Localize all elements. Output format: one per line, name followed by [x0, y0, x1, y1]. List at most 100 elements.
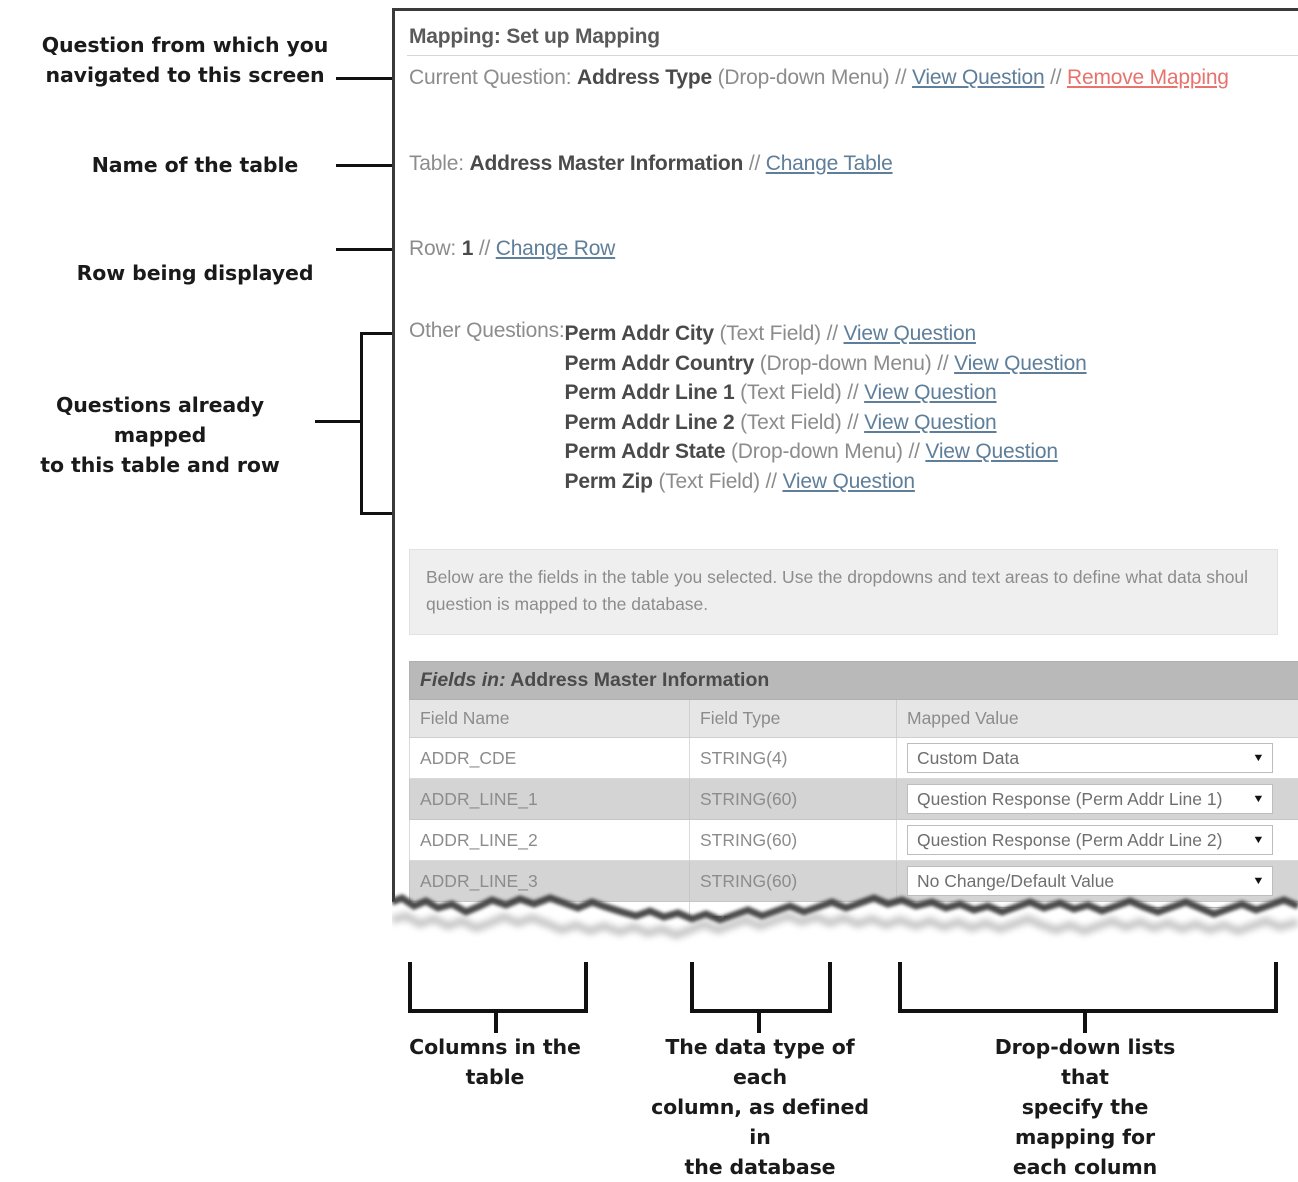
field-type-cell: STRING(60) [690, 820, 897, 861]
separator: // [827, 322, 838, 345]
chevron-down-icon: ▼ [1252, 835, 1265, 846]
question-name: Perm Addr Line 1 [565, 381, 735, 404]
mapped-value-cell: Question Response (Perm Addr Line 2) ▼ [897, 820, 1298, 861]
mapped-value-text: Question Response (Perm Addr Line 2) [917, 830, 1222, 851]
view-question-link[interactable]: View Question [864, 381, 996, 404]
leader-line-row-displayed [336, 248, 392, 251]
bracket-mapped-questions-bottom [360, 512, 392, 515]
bracket-dropdowns-left [898, 962, 902, 1013]
mapped-value-dropdown[interactable]: Question Response (Perm Addr Line 1) ▼ [907, 784, 1273, 814]
bracket-dropdowns-stem [1083, 1009, 1087, 1033]
fields-table: Fields in: Address Master Information Fi… [409, 661, 1298, 938]
annotation-nav-question: Question from which you navigated to thi… [40, 30, 330, 90]
list-item: Perm Addr City (Text Field) // View Ques… [565, 319, 1087, 349]
mapped-value-text: Custom Data [917, 748, 1019, 769]
question-name: Perm Addr Line 2 [565, 411, 735, 434]
bracket-datatype-left [690, 962, 694, 1013]
remove-mapping-link[interactable]: Remove Mapping [1067, 66, 1229, 89]
bracket-datatype-base [690, 1009, 832, 1013]
question-name: Perm Addr City [565, 322, 714, 345]
mapped-value-dropdown[interactable]: Question Response (Perm Addr Line 2) ▼ [907, 825, 1273, 855]
annotation-mapped-questions: Questions already mapped to this table a… [10, 390, 310, 480]
table-name-value: Address Master Information [469, 152, 743, 175]
table-row: ADDR_PRIVATE STRING(1) No Change/Default… [410, 902, 1298, 939]
table-label: Table: [409, 152, 464, 175]
view-question-link[interactable]: View Question [912, 66, 1044, 89]
bracket-columns-base [408, 1009, 588, 1013]
table-row: ADDR_LINE_3 STRING(60) No Change/Default… [410, 861, 1298, 902]
change-row-link[interactable]: Change Row [496, 237, 615, 260]
bracket-columns-right [584, 962, 588, 1013]
bracket-columns-stem [494, 1009, 498, 1033]
view-question-link[interactable]: View Question [844, 322, 976, 345]
annotation-row-displayed: Row being displayed [60, 258, 330, 288]
mapped-value-cell: Custom Data ▼ [897, 738, 1298, 779]
change-table-link[interactable]: Change Table [766, 152, 893, 175]
column-header-field-type: Field Type [690, 700, 897, 738]
question-type: (Drop-down Menu) [760, 352, 932, 375]
chevron-down-icon: ▼ [1252, 876, 1265, 887]
mapped-value-cell: No Change/Default Value ▼ [897, 902, 1298, 939]
bracket-dropdowns-base [898, 1009, 1278, 1013]
list-item: Perm Addr Line 1 (Text Field) // View Qu… [565, 378, 1087, 408]
chevron-down-icon: ▼ [1252, 794, 1265, 805]
field-name-cell: ADDR_LINE_3 [410, 861, 690, 902]
field-name-cell: ADDR_CDE [410, 738, 690, 779]
view-question-link[interactable]: View Question [954, 352, 1086, 375]
mapped-value-text: No Change/Default Value [917, 912, 1114, 933]
mapped-value-dropdown[interactable]: No Change/Default Value ▼ [907, 866, 1273, 896]
annotation-columns: Columns in the table [380, 1032, 610, 1092]
leader-line-table-name [336, 164, 392, 167]
field-name-cell: ADDR_LINE_2 [410, 820, 690, 861]
mapped-value-cell: No Change/Default Value ▼ [897, 861, 1298, 902]
separator: // [479, 237, 490, 260]
annotation-table-name: Name of the table [60, 150, 330, 180]
fields-in-prefix: Fields in: [420, 669, 506, 691]
separator: // [895, 66, 906, 89]
chevron-down-icon: ▼ [1252, 753, 1265, 764]
bracket-datatype-right [828, 962, 832, 1013]
field-type-cell: STRING(60) [690, 861, 897, 902]
mapped-value-dropdown[interactable]: Custom Data ▼ [907, 743, 1273, 773]
question-type: (Drop-down Menu) [731, 440, 903, 463]
question-name: Perm Addr Country [565, 352, 755, 375]
row-line: Row: 1 // Change Row [395, 176, 1298, 261]
list-item: Perm Addr Line 2 (Text Field) // View Qu… [565, 408, 1087, 438]
separator: // [937, 352, 948, 375]
bracket-dropdowns-right [1274, 962, 1278, 1013]
mapped-value-cell: Question Response (Perm Addr Line 1) ▼ [897, 779, 1298, 820]
mapped-value-dropdown[interactable]: No Change/Default Value ▼ [907, 907, 1273, 937]
field-name-cell: ADDR_PRIVATE [410, 902, 690, 939]
view-question-link[interactable]: View Question [925, 440, 1057, 463]
bracket-mapped-questions-top [360, 332, 392, 335]
mapped-value-text: Question Response (Perm Addr Line 1) [917, 789, 1222, 810]
row-value: 1 [462, 237, 473, 260]
column-header-field-name: Field Name [410, 700, 690, 738]
question-type: (Text Field) [658, 470, 759, 493]
separator: // [908, 440, 919, 463]
current-question-name: Address Type [577, 66, 712, 89]
instructions-line-2: question is mapped to the database. [426, 591, 1261, 618]
table-line: Table: Address Master Information // Cha… [395, 90, 1298, 176]
list-item: Perm Zip (Text Field) // View Question [565, 467, 1087, 497]
bracket-datatype-stem [757, 1009, 761, 1033]
view-question-link[interactable]: View Question [864, 411, 996, 434]
other-questions-block: Other Questions: Perm Addr City (Text Fi… [395, 261, 1298, 496]
fields-table-band-cell: Fields in: Address Master Information [410, 662, 1298, 700]
mapped-value-text: No Change/Default Value [917, 871, 1114, 892]
leader-line-nav-question [336, 77, 392, 80]
table-row: ADDR_LINE_2 STRING(60) Question Response… [410, 820, 1298, 861]
table-row: ADDR_CDE STRING(4) Custom Data ▼ [410, 738, 1298, 779]
page-title: Mapping: Set up Mapping [395, 11, 1298, 55]
app-screenshot-frame: Mapping: Set up Mapping Current Question… [392, 8, 1298, 938]
question-name: Perm Addr State [565, 440, 726, 463]
instructions-panel: Below are the fields in the table you se… [409, 549, 1278, 635]
current-question-line: Current Question: Address Type (Drop-dow… [395, 56, 1298, 90]
fields-table-band: Fields in: Address Master Information [410, 662, 1298, 700]
column-header-mapped-value: Mapped Value [897, 700, 1298, 738]
question-name: Perm Zip [565, 470, 653, 493]
question-type: (Text Field) [719, 322, 820, 345]
field-name-cell: ADDR_LINE_1 [410, 779, 690, 820]
view-question-link[interactable]: View Question [782, 470, 914, 493]
other-questions-label: Other Questions: [409, 319, 565, 343]
